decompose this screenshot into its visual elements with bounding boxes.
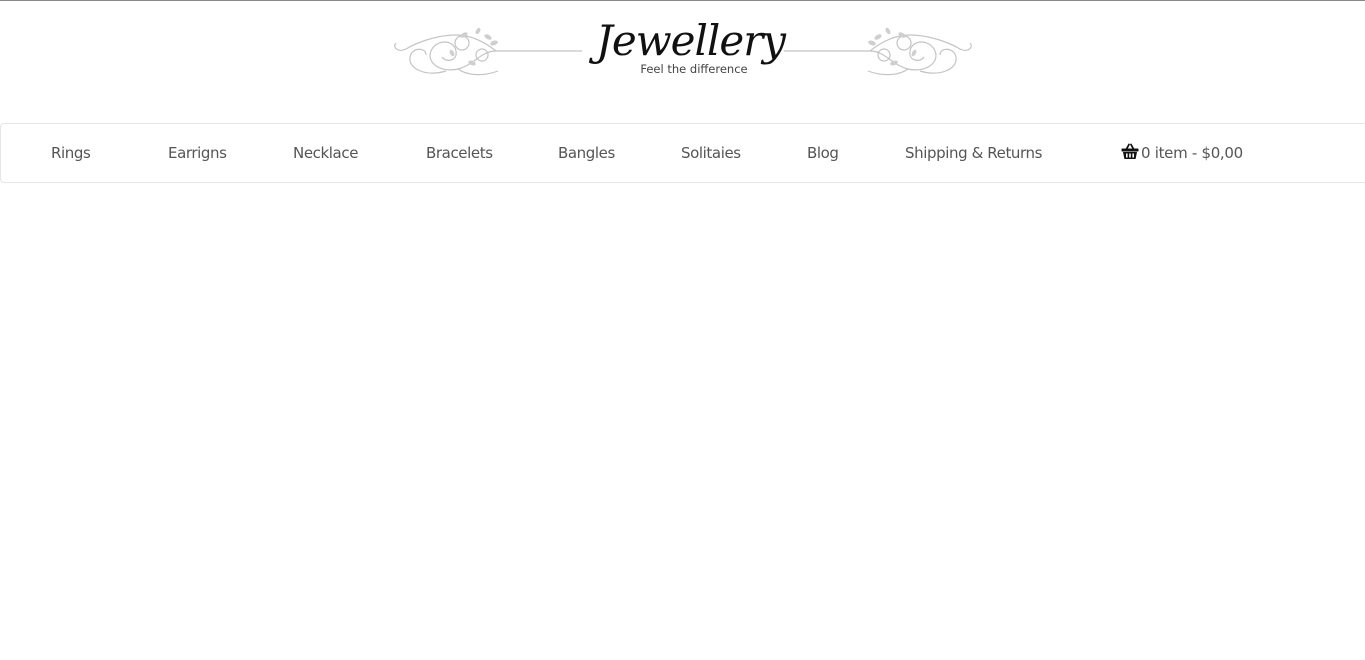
nav-item-solitaires[interactable]: Solitaies [681,124,741,182]
cart-summary-text: 0 item - $0,00 [1141,144,1243,162]
page: Jewellery Feel the difference Rings Earr… [0,0,1365,660]
main-nav: Rings Earrigns Necklace Bracelets Bangle… [0,123,1365,183]
nav-item-blog[interactable]: Blog [807,124,839,182]
logo[interactable]: Jewellery Feel the difference [386,13,980,83]
nav-item-earrings[interactable]: Earrigns [168,124,227,182]
nav-item-bracelets[interactable]: Bracelets [426,124,493,182]
nav-item-necklace[interactable]: Necklace [293,124,358,182]
nav-item-shipping-returns[interactable]: Shipping & Returns [905,124,1042,182]
nav-item-rings[interactable]: Rings [51,124,91,182]
logo-tagline: Feel the difference [640,62,748,76]
cart-summary[interactable]: 0 item - $0,00 [1121,124,1243,182]
basket-icon [1121,126,1139,159]
header: Jewellery Feel the difference [0,1,1365,123]
logo-title: Jewellery [596,16,786,65]
nav-item-bangles[interactable]: Bangles [558,124,615,182]
